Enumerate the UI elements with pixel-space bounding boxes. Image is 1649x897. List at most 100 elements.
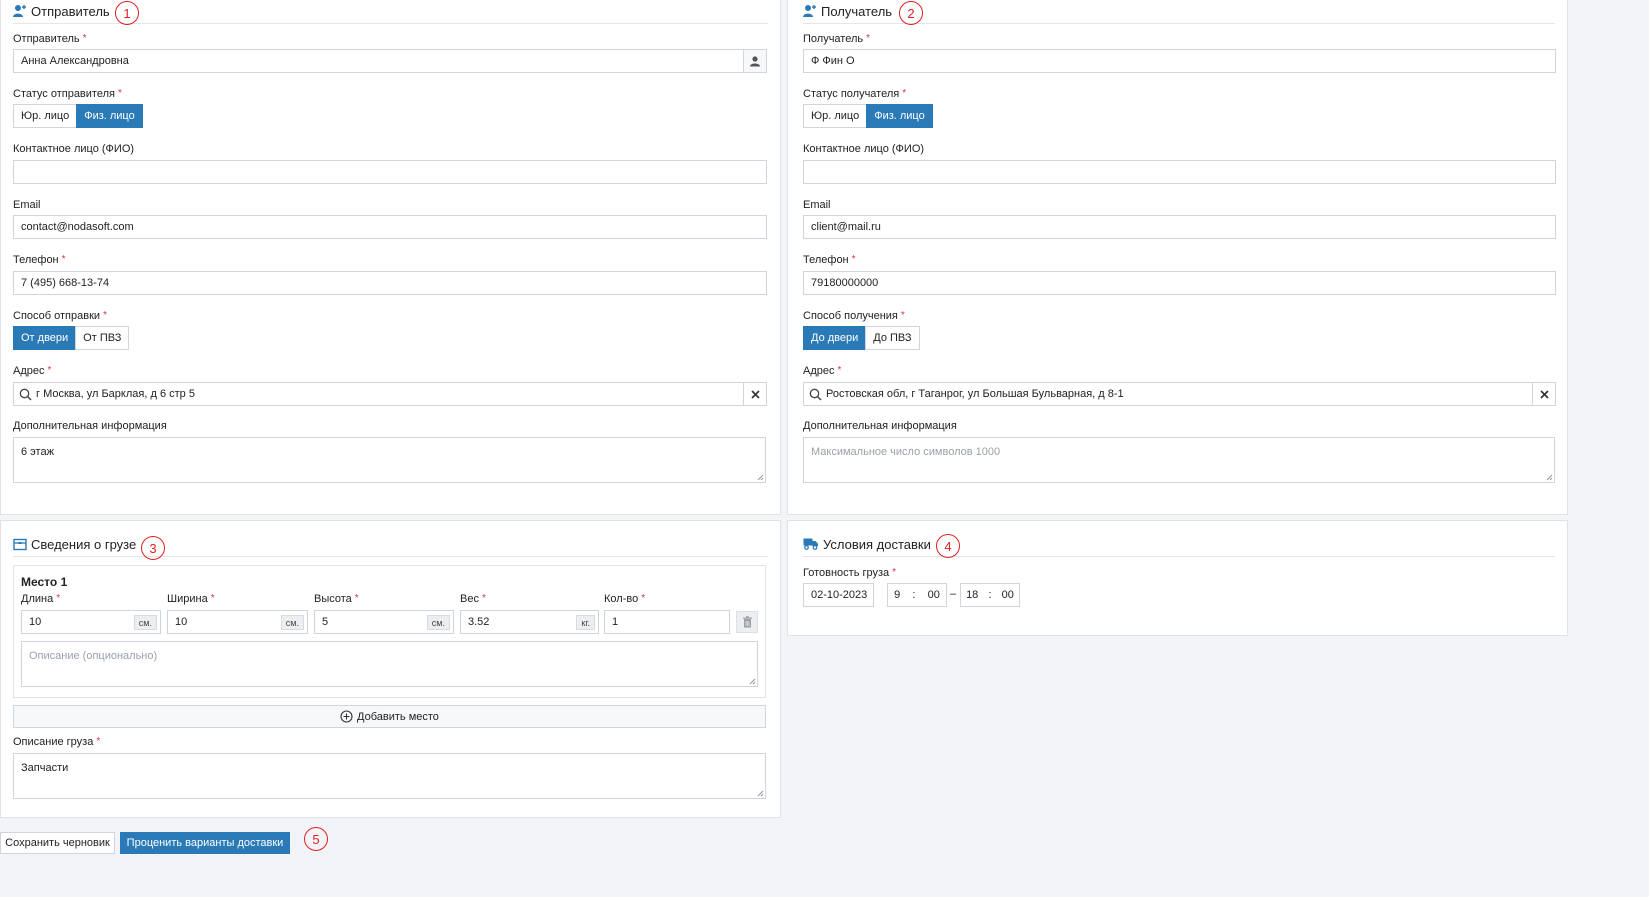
recipient-status-individual[interactable]: Физ. лицо: [866, 104, 933, 128]
sender-status-legal[interactable]: Юр. лицо: [13, 104, 78, 128]
recipient-email-input[interactable]: client@mail.ru: [803, 215, 1556, 239]
sender-phone-label: Телефон *: [13, 254, 66, 266]
recipient-section-title-text: Получатель: [821, 4, 893, 19]
resize-grip-icon[interactable]: [756, 473, 764, 481]
cargo-height-label: Высота *: [314, 593, 359, 605]
delivery-time-dash: –: [950, 588, 957, 600]
sender-label: Отправитель *: [13, 33, 87, 45]
contact-picker-button[interactable]: [743, 50, 766, 72]
search-icon: [19, 388, 32, 401]
cargo-weight-label: Вес *: [460, 593, 486, 605]
recipient-address-clear-button[interactable]: [1532, 383, 1555, 405]
annotation-badge-4: 4: [936, 534, 960, 558]
cargo-description-textarea[interactable]: Запчасти: [13, 753, 766, 799]
delivery-from-hour[interactable]: 9: [894, 589, 900, 601]
cargo-panel: Сведения о грузе 3 Место 1 Длина * 10 см.…: [0, 520, 781, 818]
cargo-qty-label: Кол-во *: [604, 593, 646, 605]
sender-phone-input[interactable]: 7 (495) 668-13-74: [13, 271, 767, 295]
delivery-to-time[interactable]: 18 : 00: [960, 583, 1020, 607]
cargo-length-unit: см.: [133, 615, 157, 630]
sender-input[interactable]: Анна Александровна: [13, 49, 767, 73]
delivery-section-title-text: Условия доставки: [823, 537, 931, 552]
recipient-label: Получатель *: [803, 33, 871, 45]
recipient-panel: Получатель 2 Получатель * Ф Фин О Статус …: [787, 0, 1568, 515]
recipient-method-pickup-point[interactable]: До ПВЗ: [865, 326, 920, 350]
recipient-phone-input[interactable]: 79180000000: [803, 271, 1556, 295]
cargo-width-unit: см.: [280, 615, 304, 630]
close-icon: [750, 389, 760, 399]
sender-email-label: Email: [13, 199, 41, 211]
recipient-method-toggle: До двери До ПВЗ: [803, 326, 920, 350]
recipient-extra-label: Дополнительная информация: [803, 420, 957, 432]
delivery-from-minute[interactable]: 00: [928, 589, 940, 601]
search-icon: [809, 388, 822, 401]
recipient-extra-placeholder: Максимальное число символов 1000: [811, 446, 1001, 458]
cargo-width-input[interactable]: 10 см.: [167, 610, 308, 634]
delivery-section-title: Условия доставки: [803, 537, 1555, 557]
sender-status-label: Статус отправителя *: [13, 88, 122, 100]
delivery-date-input[interactable]: 02-10-2023: [803, 583, 874, 607]
cargo-height-unit: см.: [426, 615, 450, 630]
sender-status-individual[interactable]: Физ. лицо: [76, 104, 143, 128]
sender-method-toggle: От двери От ПВЗ: [13, 326, 130, 350]
recipient-address-input[interactable]: Ростовская обл, г Таганрог, ул Большая Б…: [803, 382, 1556, 406]
recipient-status-toggle: Юр. лицо Физ. лицо: [803, 104, 933, 128]
sender-extra-label: Дополнительная информация: [13, 420, 167, 432]
sender-email-input[interactable]: contact@nodasoft.com: [13, 215, 767, 239]
delivery-to-hour[interactable]: 18: [966, 589, 978, 601]
save-draft-button[interactable]: Сохранить черновик: [0, 832, 115, 854]
person-plus-icon: [803, 5, 816, 17]
cargo-place-description-placeholder: Описание (опционально): [29, 650, 158, 662]
cargo-delete-place-button[interactable]: [736, 611, 758, 633]
annotation-badge-2: 2: [899, 1, 923, 25]
sender-method-pickup-point[interactable]: От ПВЗ: [75, 326, 130, 350]
recipient-input[interactable]: Ф Фин О: [803, 49, 1556, 73]
sender-contact-input[interactable]: [13, 160, 767, 184]
sender-method-label: Способ отправки *: [13, 310, 107, 322]
recipient-method-door[interactable]: До двери: [803, 326, 867, 350]
delivery-from-time[interactable]: 9 : 00: [887, 583, 947, 607]
recipient-contact-input[interactable]: [803, 160, 1556, 184]
estimate-delivery-button[interactable]: Проценить варианты доставки: [120, 832, 290, 854]
add-place-button[interactable]: Добавить место: [13, 705, 766, 728]
recipient-status-legal[interactable]: Юр. лицо: [803, 104, 868, 128]
sender-address-label: Адрес *: [13, 365, 52, 377]
cargo-height-input[interactable]: 5 см.: [314, 610, 454, 634]
delivery-to-minute[interactable]: 00: [1002, 589, 1014, 601]
cargo-qty-input[interactable]: 1: [604, 610, 730, 634]
person-plus-icon: [13, 5, 26, 17]
trash-icon: [742, 616, 752, 628]
cargo-section-title: Сведения о грузе: [13, 537, 768, 557]
recipient-extra-textarea[interactable]: Максимальное число символов 1000: [803, 437, 1555, 483]
cargo-place-title: Место 1: [21, 575, 68, 589]
cargo-place-card: Место 1 Длина * 10 см. Ширина * 10 см. Выс…: [13, 565, 766, 698]
recipient-contact-label: Контактное лицо (ФИО): [803, 143, 925, 155]
cargo-place-description[interactable]: Описание (опционально): [21, 641, 758, 687]
cargo-description-label: Описание груза *: [13, 736, 101, 748]
annotation-badge-1: 1: [115, 1, 139, 25]
cargo-width-label: Ширина *: [167, 593, 215, 605]
recipient-address-label: Адрес *: [803, 365, 842, 377]
delivery-ready-label: Готовность груза *: [803, 567, 897, 579]
box-icon: [13, 538, 27, 551]
sender-address-input[interactable]: г Москва, ул Барклая, д 6 стр 5: [13, 382, 767, 406]
resize-grip-icon[interactable]: [1545, 473, 1553, 481]
time-separator: :: [988, 589, 992, 601]
cargo-weight-input[interactable]: 3.52 кг.: [460, 610, 599, 634]
annotation-badge-5: 5: [304, 827, 328, 851]
sender-address-clear-button[interactable]: [743, 383, 766, 405]
resize-grip-icon[interactable]: [756, 789, 764, 797]
sender-section-title-text: Отправитель: [31, 4, 110, 19]
delivery-panel: Условия доставки 4 Готовность груза * 02-…: [787, 520, 1568, 636]
sender-contact-label: Контактное лицо (ФИО): [13, 143, 135, 155]
cargo-section-title-text: Сведения о грузе: [31, 537, 137, 552]
cargo-length-input[interactable]: 10 см.: [21, 610, 161, 634]
time-separator: :: [912, 589, 916, 601]
recipient-status-label: Статус получателя *: [803, 88, 907, 100]
sender-method-door[interactable]: От двери: [13, 326, 77, 350]
resize-grip-icon[interactable]: [748, 677, 756, 685]
recipient-method-label: Способ получения *: [803, 310, 905, 322]
cargo-length-label: Длина *: [21, 593, 61, 605]
sender-extra-textarea[interactable]: 6 этаж: [13, 437, 766, 483]
recipient-phone-label: Телефон *: [803, 254, 856, 266]
